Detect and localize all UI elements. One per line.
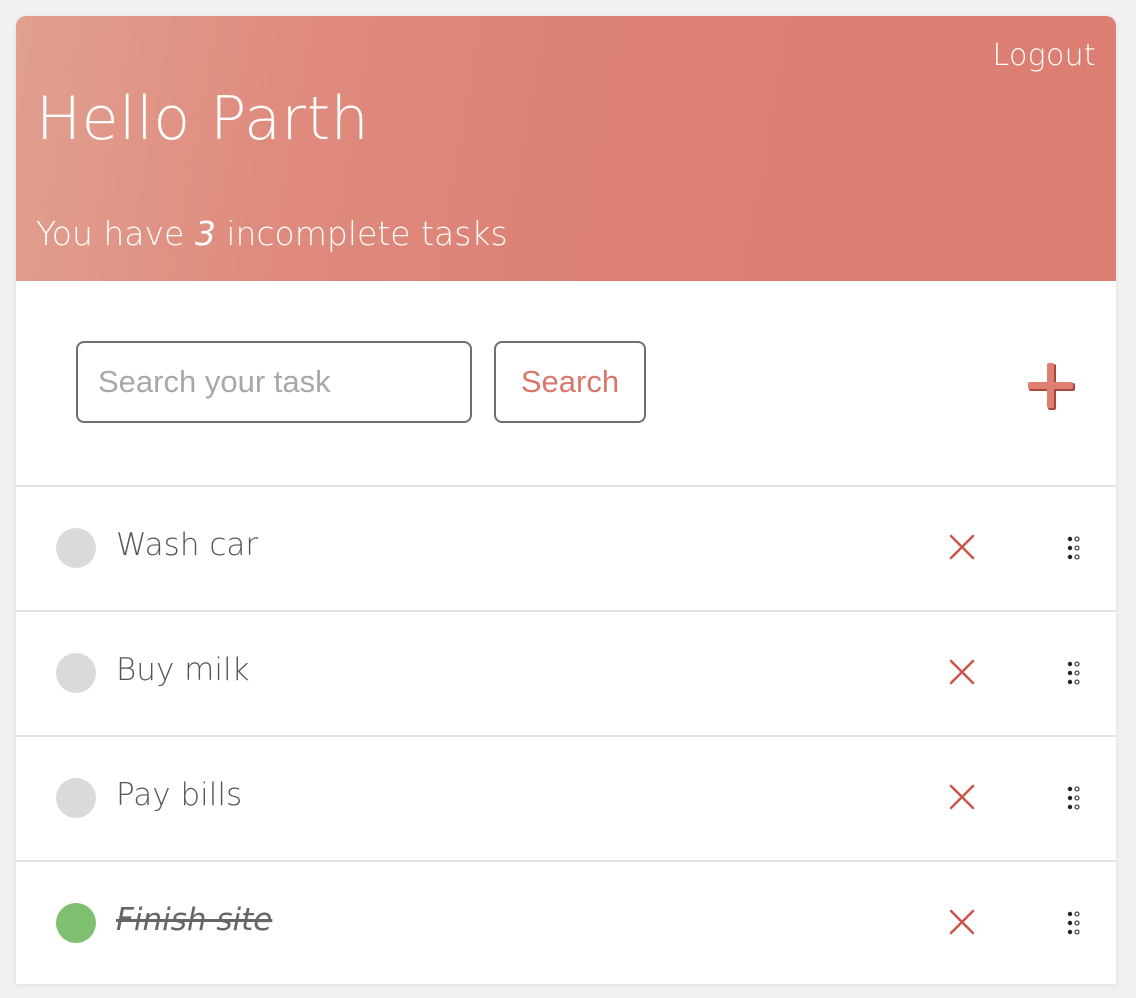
add-task-button[interactable]	[1026, 361, 1078, 413]
drag-handle-icon	[1067, 661, 1080, 685]
task-label[interactable]: Wash car	[116, 527, 258, 563]
task-checkbox[interactable]	[56, 653, 96, 693]
drag-handle[interactable]	[1066, 785, 1082, 811]
drag-handle-icon	[1067, 786, 1080, 810]
todo-card: Logout Hello Parth You have 3 incomplete…	[16, 16, 1116, 984]
incomplete-summary: You have 3 incomplete tasks	[36, 214, 508, 253]
drag-handle-icon	[1067, 911, 1080, 935]
incomplete-count: 3	[194, 214, 216, 253]
summary-prefix: You have	[36, 214, 195, 253]
task-checkbox[interactable]	[56, 903, 96, 943]
task-label[interactable]: Finish site	[116, 902, 272, 938]
delete-task-button[interactable]	[948, 783, 976, 811]
drag-handle[interactable]	[1066, 660, 1082, 686]
plus-icon	[1028, 363, 1075, 410]
task-row: Pay bills	[16, 737, 1116, 862]
task-label[interactable]: Pay bills	[116, 777, 242, 813]
drag-handle[interactable]	[1066, 910, 1082, 936]
search-input[interactable]	[76, 341, 472, 423]
drag-handle[interactable]	[1066, 535, 1082, 561]
search-toolbar: Search	[16, 281, 1116, 487]
task-label[interactable]: Buy milk	[116, 652, 250, 688]
task-row: Finish site	[16, 862, 1116, 984]
close-icon	[949, 909, 975, 935]
logout-link[interactable]: Logout	[993, 38, 1096, 73]
close-icon	[949, 784, 975, 810]
close-icon	[949, 659, 975, 685]
delete-task-button[interactable]	[948, 533, 976, 561]
header: Logout Hello Parth You have 3 incomplete…	[16, 16, 1116, 281]
summary-suffix: incomplete tasks	[215, 214, 508, 253]
delete-task-button[interactable]	[948, 658, 976, 686]
close-icon	[949, 534, 975, 560]
greeting-title: Hello Parth	[36, 84, 370, 154]
task-row: Buy milk	[16, 612, 1116, 737]
task-checkbox[interactable]	[56, 778, 96, 818]
drag-handle-icon	[1067, 536, 1080, 560]
task-list: Wash car Buy milk Pay bills Finish site	[16, 487, 1116, 984]
search-button[interactable]: Search	[494, 341, 646, 423]
delete-task-button[interactable]	[948, 908, 976, 936]
task-checkbox[interactable]	[56, 528, 96, 568]
task-row: Wash car	[16, 487, 1116, 612]
